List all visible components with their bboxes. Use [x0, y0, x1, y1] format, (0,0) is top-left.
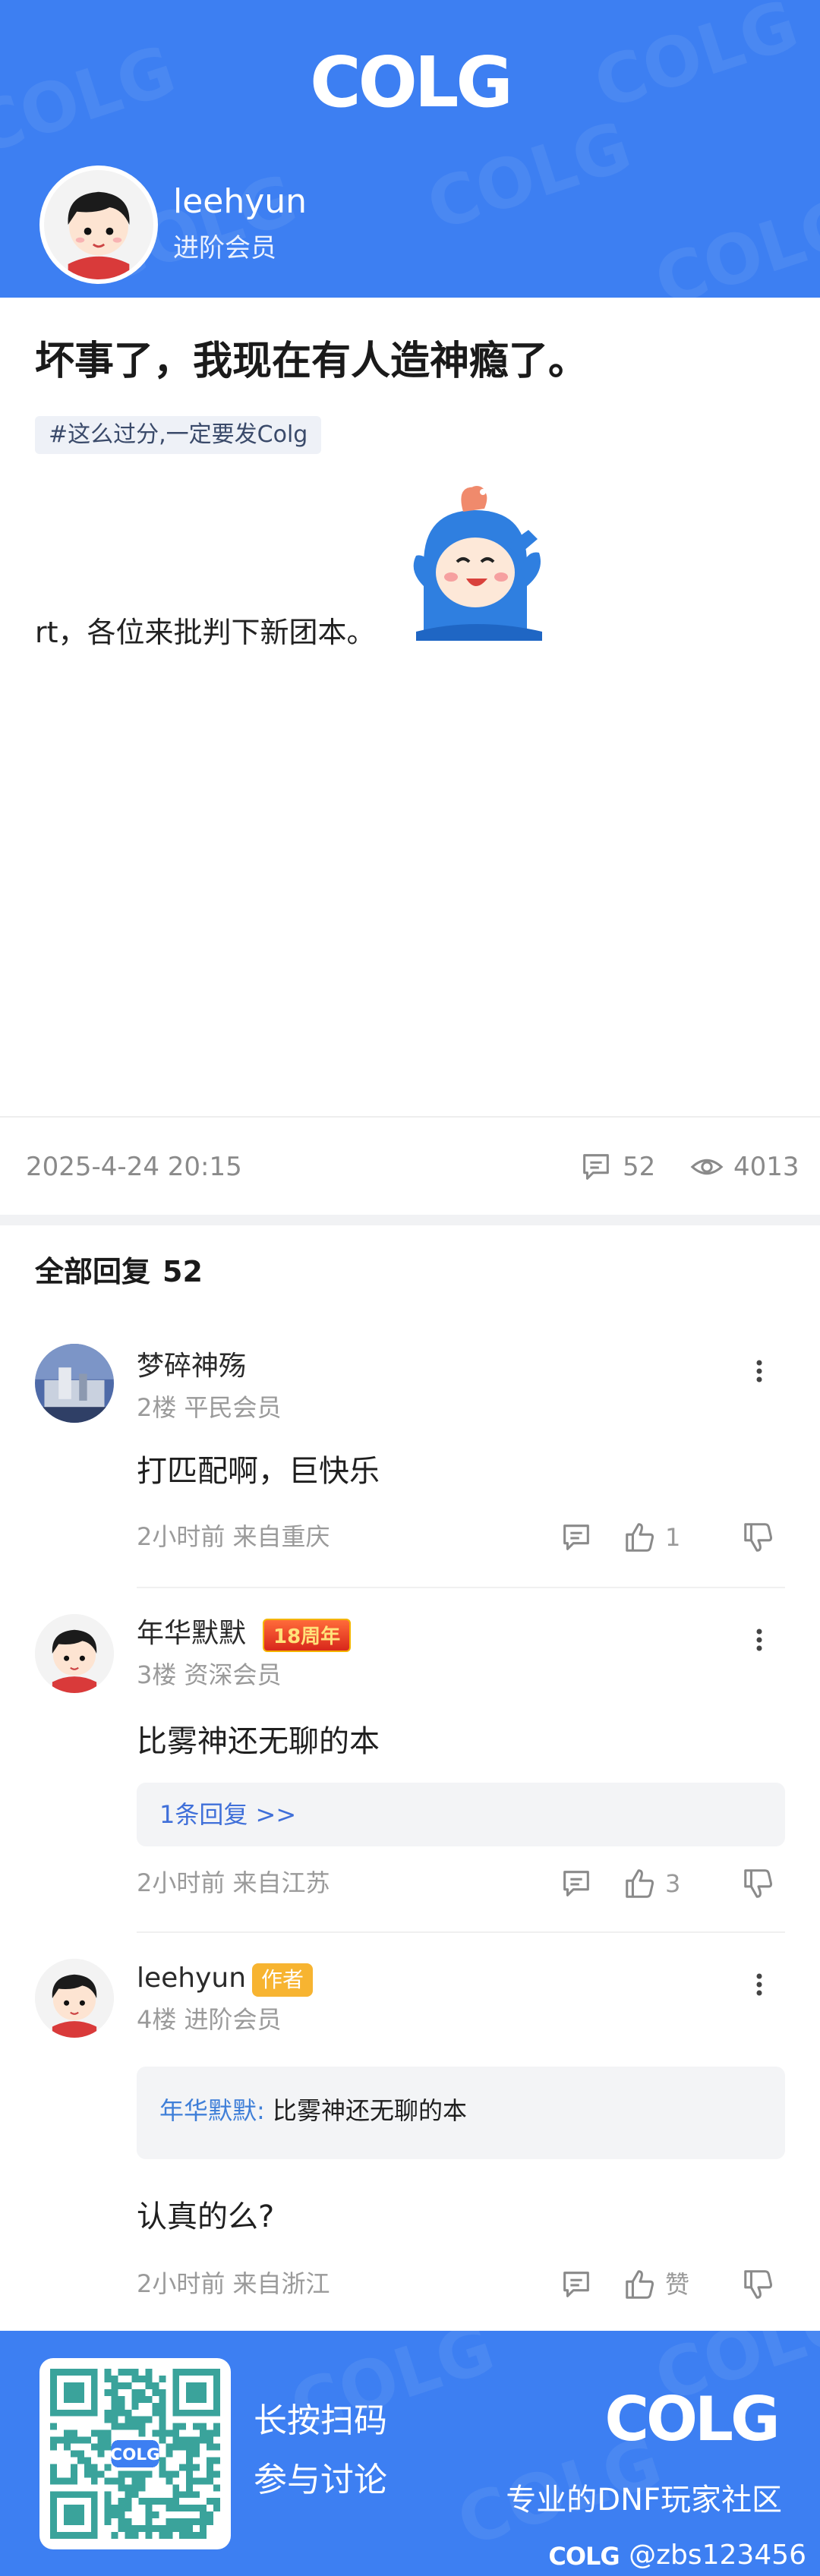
colg-logo: COLG — [604, 2384, 780, 2452]
view-count: 4013 — [733, 1152, 800, 1182]
watermark-username: @zbs123456 — [629, 2540, 806, 2571]
colg-mini-logo: COLG — [548, 2542, 620, 2570]
dislike-button[interactable] — [741, 2267, 776, 2302]
thumbs-up-icon — [626, 2270, 654, 2299]
thumbs-down-icon — [744, 2270, 773, 2299]
reply-actions: 1 — [559, 1518, 787, 1556]
topic-tag[interactable]: #这么过分,一定要发Colg — [35, 416, 322, 454]
like-button[interactable]: 3 — [623, 1866, 741, 1901]
quoted-text: 比雾神还无聊的本 — [272, 2096, 467, 2125]
more-options-icon[interactable] — [736, 1962, 782, 2007]
reply-username[interactable]: leehyun — [137, 1960, 246, 1997]
svg-text:COLG: COLG — [548, 2542, 619, 2570]
comment-icon — [583, 1154, 609, 1180]
watermark-credit: COLG @zbs123456 — [547, 2537, 806, 2574]
qr-code-pattern: COLG — [50, 2369, 220, 2539]
qr-code[interactable]: COLG — [39, 2358, 231, 2549]
comment-icon — [563, 2272, 589, 2297]
post-title: 坏事了，我现在有人造神瘾了。 — [35, 339, 588, 384]
reply-floor-level: 2楼 平民会员 — [137, 1393, 282, 1422]
reply-floor-level: 4楼 进阶会员 — [137, 2005, 282, 2034]
reply-username[interactable]: 年华默默 — [137, 1616, 246, 1652]
mascot-sticker — [413, 486, 542, 641]
reply-comment-button[interactable] — [559, 1520, 623, 1555]
svg-text:COLG: COLG — [604, 2384, 777, 2452]
reply-actions: 赞 — [559, 2265, 787, 2303]
post-date: 2025-4-24 20:15 — [26, 1152, 242, 1182]
reply-meta: 2小时前 来自浙江 — [137, 2269, 330, 2298]
thumbs-up-icon — [626, 1523, 654, 1552]
thumbs-down-icon — [744, 1869, 773, 1898]
dislike-button[interactable] — [741, 1866, 776, 1901]
view-stat: 4013 — [689, 1148, 800, 1186]
reply-meta: 2小时前 来自江苏 — [137, 1868, 330, 1897]
comment-count: 52 — [623, 1152, 656, 1182]
scan-prompt-line1: 长按扫码 — [254, 2401, 387, 2440]
section-separator — [0, 1215, 820, 1225]
eye-icon — [690, 1159, 724, 1175]
like-count: 3 — [665, 1869, 681, 1898]
reply-avatar[interactable] — [35, 1344, 114, 1423]
svg-text:COLG: COLG — [110, 2445, 159, 2464]
share-footer: COLG COLG COLG COLG 长按扫码 参与讨论 COLG 专业的DN… — [0, 2331, 820, 2576]
reply-actions: 3 — [559, 1865, 787, 1903]
reply-divider — [137, 1931, 785, 1933]
svg-text:COLG: COLG — [310, 42, 510, 123]
reply-meta: 2小时前 来自重庆 — [137, 1522, 330, 1551]
scan-prompt-line2: 参与讨论 — [254, 2461, 387, 2499]
comment-icon — [563, 1524, 589, 1550]
reply-text: 比雾神还无聊的本 — [137, 1724, 380, 1759]
more-options-icon[interactable] — [736, 1348, 782, 1394]
like-count: 1 — [665, 1523, 681, 1552]
dislike-button[interactable] — [741, 1520, 776, 1555]
divider — [0, 1116, 820, 1118]
comment-stat[interactable]: 52 — [579, 1148, 655, 1186]
author-name[interactable]: leehyun — [173, 181, 307, 223]
thumbs-down-icon — [744, 1523, 773, 1552]
sub-replies-box[interactable]: 1条回复 >> — [137, 1783, 785, 1846]
quoted-username[interactable]: 年华默默: — [159, 2096, 265, 2125]
reply-text: 认真的么? — [137, 2199, 275, 2234]
post-header: COLG COLG COLG COLG COLG COLG leehyun 进阶… — [0, 0, 820, 298]
replies-count: 52 — [162, 1255, 203, 1288]
replies-label: 全部回复 — [35, 1255, 151, 1288]
anniversary-badge: 18周年 — [263, 1619, 352, 1652]
reply-username[interactable]: 梦碎神殇 — [137, 1348, 246, 1385]
more-options-icon[interactable] — [736, 1617, 782, 1663]
quoted-reply-box: 年华默默: 比雾神还无聊的本 — [137, 2067, 785, 2159]
reply-comment-button[interactable] — [559, 2267, 623, 2302]
reply-avatar[interactable] — [35, 1614, 114, 1693]
author-level: 进阶会员 — [173, 233, 276, 263]
colg-logo: COLG — [310, 42, 513, 123]
post-body: rt，各位来批判下新团本。 — [35, 616, 376, 649]
comment-icon — [563, 1871, 589, 1897]
author-badge: 作者 — [252, 1963, 314, 1997]
reply-comment-button[interactable] — [559, 1866, 623, 1901]
replies-header: 全部回复 52 — [35, 1251, 203, 1292]
sub-replies-link[interactable]: 1条回复 >> — [159, 1798, 296, 1831]
like-label: 赞 — [665, 2270, 690, 2299]
like-button[interactable]: 赞 — [623, 2267, 741, 2302]
quoted-reply: 年华默默: 比雾神还无聊的本 — [159, 2094, 467, 2127]
reply-divider — [137, 1587, 785, 1588]
reply-avatar[interactable] — [35, 1959, 114, 2038]
reply-text: 打匹配啊，巨快乐 — [137, 1454, 380, 1489]
like-button[interactable]: 1 — [623, 1520, 741, 1555]
community-slogan: 专业的DNF玩家社区 — [506, 2483, 782, 2518]
thumbs-up-icon — [626, 1869, 654, 1898]
watermark-pattern: COLG — [0, 30, 185, 171]
reply-floor-level: 3楼 资深会员 — [137, 1660, 282, 1689]
author-avatar[interactable] — [39, 166, 158, 284]
